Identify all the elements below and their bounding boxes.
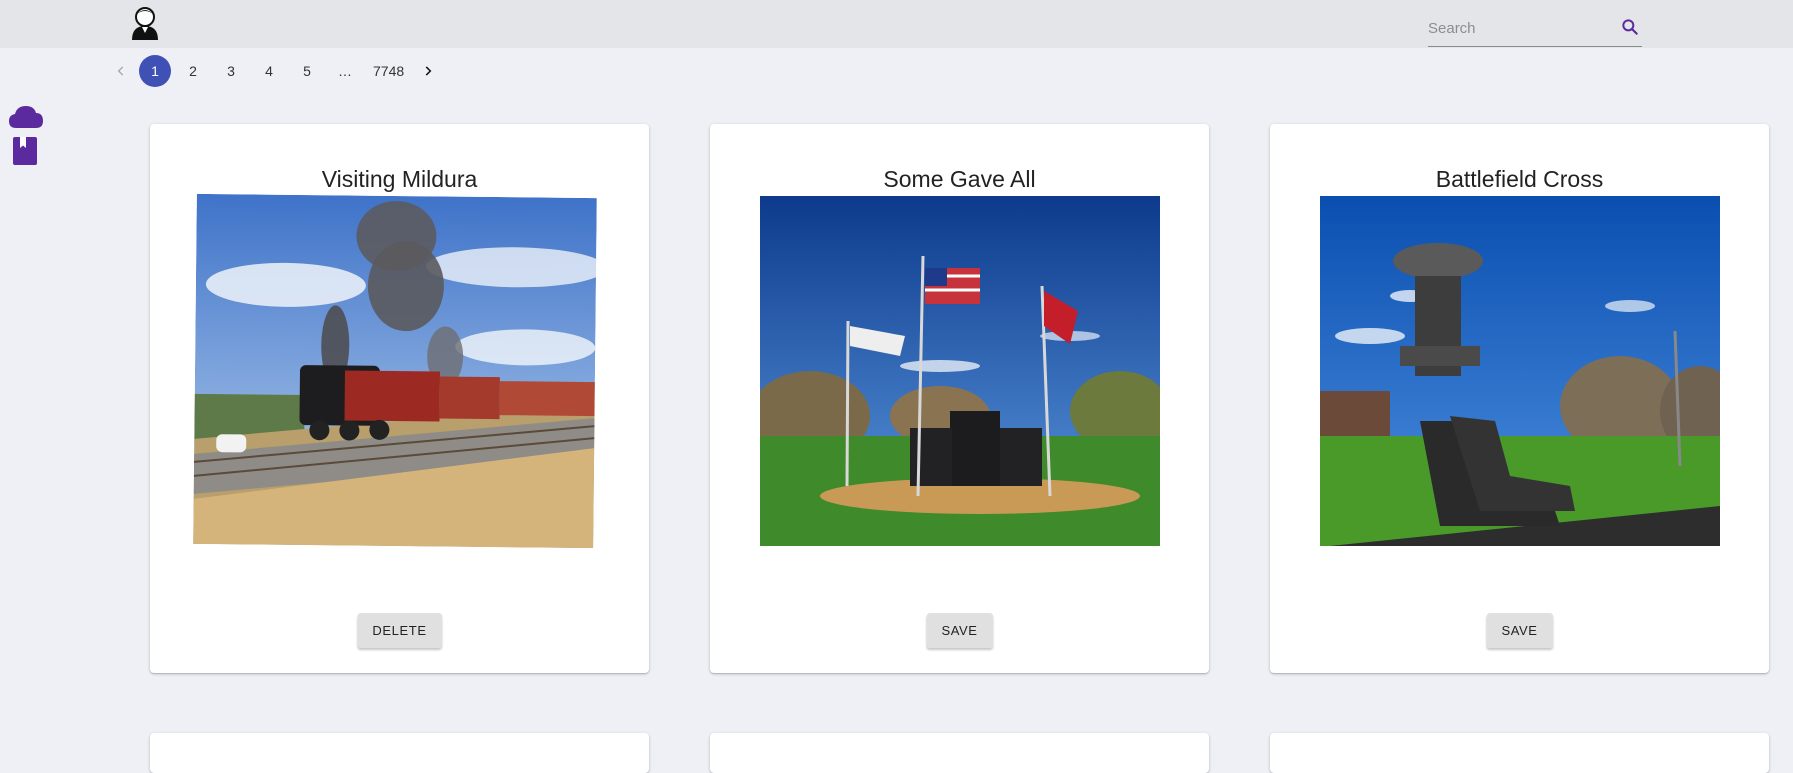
photo-card — [710, 733, 1209, 773]
delete-button[interactable]: DELETE — [357, 613, 442, 648]
page-button-last[interactable]: 7748 — [367, 55, 410, 87]
cloud-icon[interactable] — [8, 104, 44, 130]
memorial-flags-photo[interactable] — [760, 196, 1160, 546]
card-title: Some Gave All — [883, 166, 1036, 192]
top-bar — [0, 0, 1793, 48]
next-page-button[interactable] — [413, 55, 443, 87]
photo-card: Visiting Mildura DELETE — [150, 124, 649, 673]
page-ellipsis: … — [338, 63, 352, 79]
photo-card: Battlefield Cross SAVE — [1270, 124, 1769, 673]
photo-card — [1270, 733, 1769, 773]
search-input[interactable] — [1428, 16, 1608, 40]
photo-card: Some Gave All SAVE — [710, 124, 1209, 673]
page-button-5[interactable]: 5 — [291, 55, 323, 87]
user-avatar-icon[interactable] — [130, 6, 160, 40]
save-button[interactable]: SAVE — [926, 613, 993, 648]
page-button-1[interactable]: 1 — [139, 55, 171, 87]
search-box — [1428, 14, 1642, 47]
save-button[interactable]: SAVE — [1486, 613, 1553, 648]
sidebar — [8, 104, 48, 172]
search-icon[interactable] — [1620, 17, 1640, 37]
page-button-3[interactable]: 3 — [215, 55, 247, 87]
page-button-4[interactable]: 4 — [253, 55, 285, 87]
bookmark-book-icon[interactable] — [12, 136, 38, 166]
photo-card — [150, 733, 649, 773]
chevron-right-icon — [425, 66, 432, 76]
card-title: Battlefield Cross — [1435, 166, 1604, 192]
prev-page-button[interactable] — [106, 55, 136, 87]
page-button-2[interactable]: 2 — [177, 55, 209, 87]
pagination: 1 2 3 4 5 … 7748 — [106, 54, 443, 88]
card-title: Visiting Mildura — [321, 166, 478, 192]
battlefield-cross-photo[interactable] — [1320, 196, 1720, 546]
steam-train-photo[interactable] — [193, 193, 597, 549]
chevron-left-icon — [117, 66, 124, 76]
